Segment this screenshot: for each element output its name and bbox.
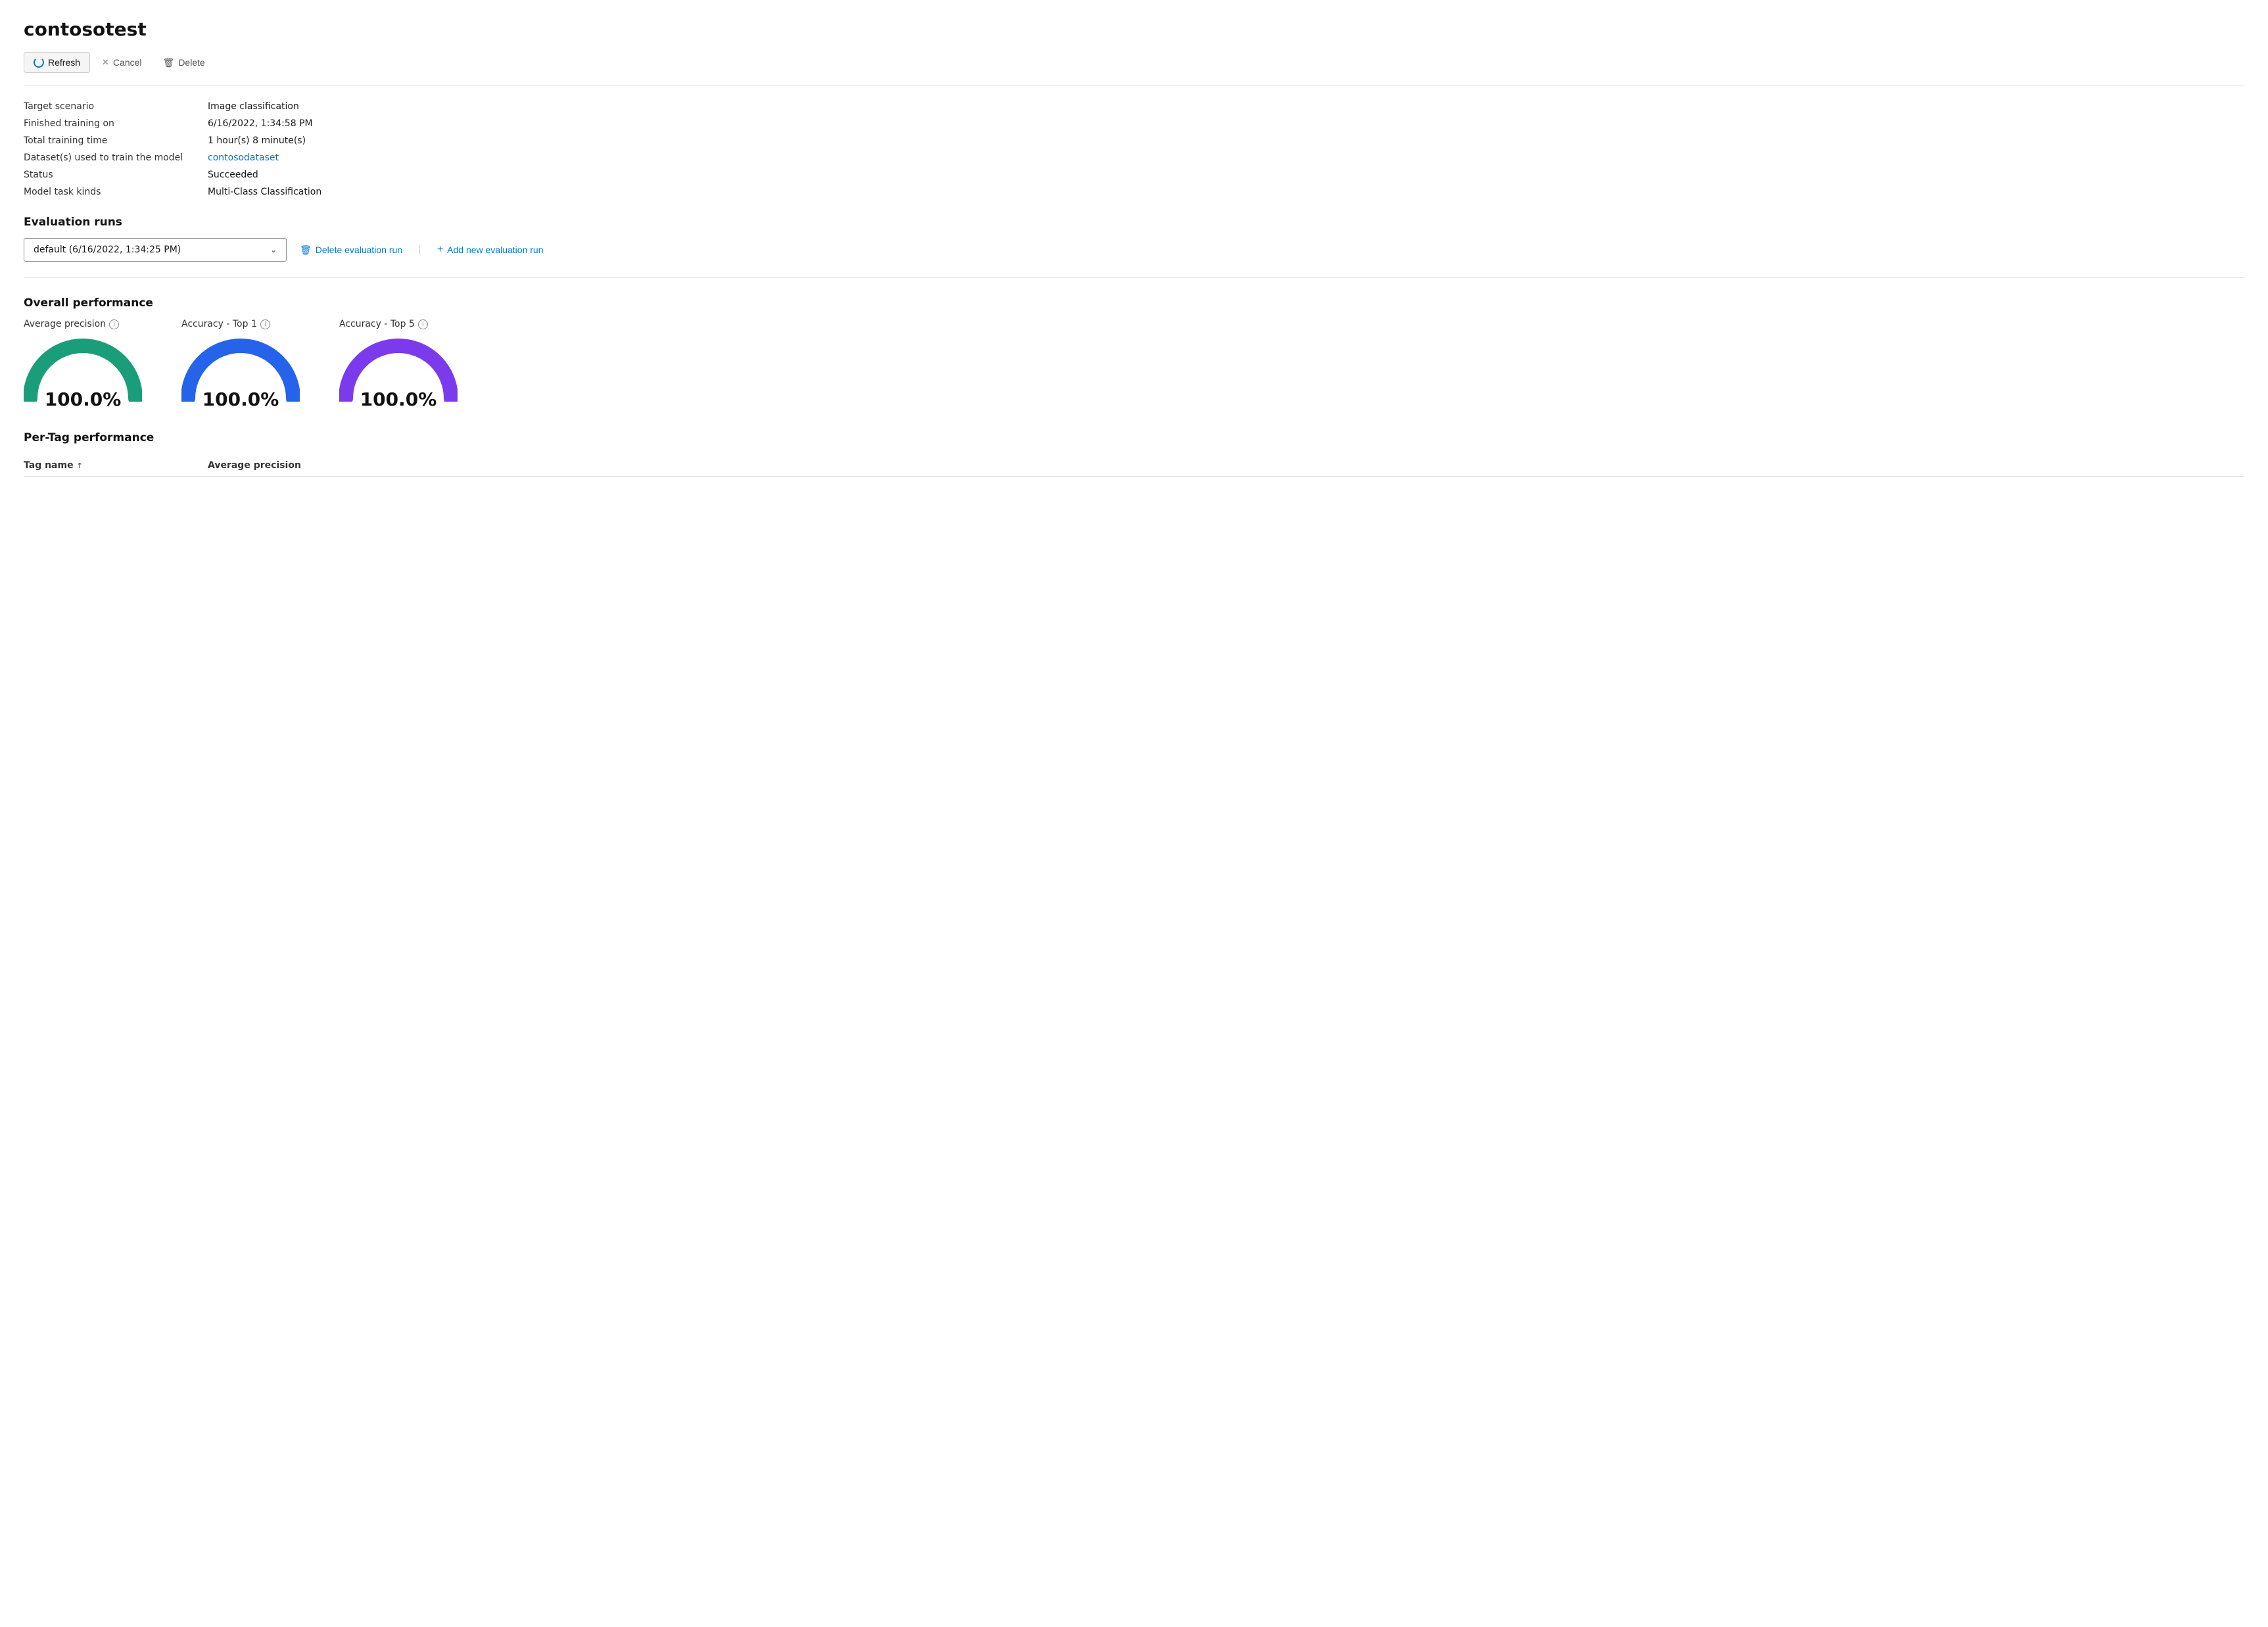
info-label: Target scenario (24, 101, 208, 112)
info-value: Image classification (208, 101, 2244, 112)
info-label: Finished training on (24, 118, 208, 129)
info-icon[interactable]: i (109, 319, 119, 329)
info-label: Total training time (24, 135, 208, 146)
sort-arrow[interactable]: ↑ (77, 461, 83, 470)
info-value: 1 hour(s) 8 minute(s) (208, 135, 2244, 146)
chevron-down-icon: ⌄ (270, 245, 277, 254)
add-eval-label: Add new evaluation run (447, 245, 543, 255)
info-value: Multi-Class Classification (208, 187, 2244, 197)
refresh-button[interactable]: Refresh (24, 52, 90, 73)
info-grid: Target scenarioImage classificationFinis… (24, 101, 2244, 197)
add-eval-run-button[interactable]: + Add new evaluation run (437, 244, 544, 256)
info-label: Model task kinds (24, 187, 208, 197)
delete-eval-run-button[interactable]: 🗑 Delete evaluation run (300, 245, 402, 256)
per-tag-section: Per-Tag performance Tag name ↑Average pr… (24, 431, 2244, 477)
delete-eval-icon: 🗑 (300, 245, 312, 256)
eval-actions: 🗑 Delete evaluation run | + Add new eval… (300, 244, 543, 256)
table-header: Tag name ↑Average precision (24, 455, 2244, 477)
overall-performance-title: Overall performance (24, 296, 2244, 310)
gauge-label-text: Accuracy - Top 5 (339, 319, 415, 329)
info-icon[interactable]: i (418, 319, 428, 329)
gauge-value: 100.0% (45, 389, 122, 410)
delete-label: Delete (178, 57, 204, 68)
cancel-label: Cancel (113, 57, 142, 68)
gauge-label-text: Average precision (24, 319, 106, 329)
eval-runs-dropdown[interactable]: default (6/16/2022, 1:34:25 PM) ⌄ (24, 238, 287, 262)
gauge-value: 100.0% (202, 389, 279, 410)
eval-runs-row: default (6/16/2022, 1:34:25 PM) ⌄ 🗑 Dele… (24, 238, 2244, 278)
add-eval-icon: + (437, 244, 443, 256)
info-value[interactable]: contosodataset (208, 153, 2244, 163)
info-value: Succeeded (208, 170, 2244, 180)
gauge-item: Accuracy - Top 5 i 100.0% (339, 319, 458, 410)
column-label: Tag name (24, 460, 74, 471)
delete-icon: 🗑 (163, 57, 175, 68)
delete-eval-label: Delete evaluation run (316, 245, 402, 255)
gauge-value: 100.0% (360, 389, 437, 410)
overall-performance-section: Overall performance Average precision i 1… (24, 296, 2244, 410)
eval-runs-dropdown-value: default (6/16/2022, 1:34:25 PM) (34, 245, 181, 255)
per-tag-title: Per-Tag performance (24, 431, 2244, 444)
gauge-item: Average precision i 100.0% (24, 319, 142, 410)
gauge-label-text: Accuracy - Top 1 (181, 319, 257, 329)
toolbar: Refresh ✕ Cancel 🗑 Delete (24, 52, 2244, 85)
gauge-label: Accuracy - Top 5 i (339, 319, 428, 329)
info-label: Status (24, 170, 208, 180)
table-header-cell: Tag name ↑ (24, 460, 208, 471)
info-label: Dataset(s) used to train the model (24, 153, 208, 163)
refresh-icon (34, 57, 44, 68)
info-icon[interactable]: i (260, 319, 270, 329)
gauge-label: Average precision i (24, 319, 119, 329)
evaluation-runs-title: Evaluation runs (24, 216, 2244, 229)
info-value: 6/16/2022, 1:34:58 PM (208, 118, 2244, 129)
refresh-label: Refresh (48, 57, 80, 68)
gauges-row: Average precision i100.0%Accuracy - Top … (24, 319, 2244, 410)
gauge-label: Accuracy - Top 1 i (181, 319, 270, 329)
column-label: Average precision (208, 460, 301, 471)
cancel-icon: ✕ (102, 57, 109, 68)
delete-button[interactable]: 🗑 Delete (154, 53, 214, 73)
table-header-cell: Average precision (208, 460, 2244, 471)
page-title: contosotest (24, 18, 2244, 40)
gauge-item: Accuracy - Top 1 i 100.0% (181, 319, 300, 410)
action-divider: | (418, 245, 421, 255)
cancel-button[interactable]: ✕ Cancel (93, 53, 151, 72)
